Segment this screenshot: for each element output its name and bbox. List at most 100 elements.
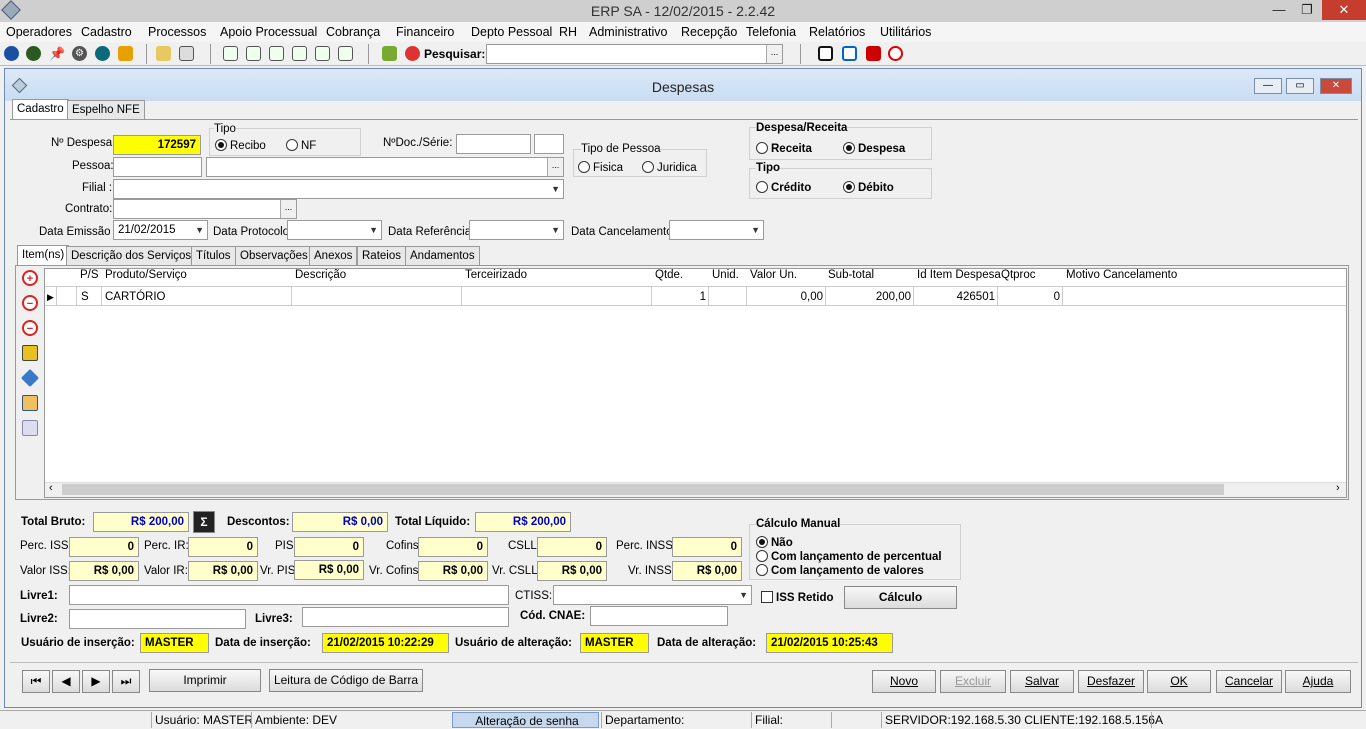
ajuda-button[interactable]: Ajuda: [1285, 670, 1351, 693]
vr-pis-field[interactable]: R$ 0,00: [294, 560, 364, 580]
col-id-item-despesa[interactable]: Id Item Despesa: [917, 269, 1001, 281]
vr-csll-field[interactable]: R$ 0,00: [537, 561, 607, 581]
menu-relatorios[interactable]: Relatórios: [809, 25, 865, 39]
livre3-field[interactable]: [302, 607, 509, 627]
fisica-radio[interactable]: Fisica: [578, 161, 623, 174]
menu-processos[interactable]: Processos: [148, 25, 206, 39]
menu-cobranca[interactable]: Cobrança: [326, 25, 380, 39]
first-record-icon[interactable]: ⏮: [22, 670, 50, 693]
previous-record-icon[interactable]: ◀: [52, 670, 80, 693]
col-sub-total[interactable]: Sub-total: [828, 269, 874, 281]
subtab-anexos[interactable]: Anexos: [309, 246, 358, 266]
scroll-left-icon[interactable]: ‹: [49, 482, 53, 494]
descontos-field[interactable]: R$ 0,00: [292, 512, 388, 532]
col-qtproc[interactable]: Qtproc: [1001, 269, 1036, 281]
imprimir-button[interactable]: Imprimir: [149, 669, 261, 692]
tab-espelho-nfe[interactable]: Espelho NFE: [67, 100, 145, 120]
next-record-icon[interactable]: ▶: [82, 670, 110, 693]
data-emissao-field[interactable]: 21/02/2015 ▼: [113, 220, 208, 240]
calculo-nao-radio[interactable]: Não: [756, 536, 793, 549]
cancel-item-icon[interactable]: −: [22, 320, 38, 336]
menu-telefonia[interactable]: Telefonia: [746, 25, 796, 39]
despesa-radio[interactable]: Despesa: [843, 142, 905, 155]
excluir-button[interactable]: Excluir: [940, 670, 1006, 693]
alteracao-senha-button[interactable]: Alteração de senha: [452, 712, 599, 728]
iss-retido-checkbox[interactable]: ISS Retido: [761, 591, 834, 604]
add-item-icon[interactable]: +: [22, 270, 38, 286]
cod-cnae-field[interactable]: [590, 606, 728, 626]
leitura-codigo-barra-button[interactable]: Leitura de Código de Barra: [269, 669, 423, 692]
vr-inss-field[interactable]: R$ 0,00: [672, 561, 742, 581]
pin-icon[interactable]: 📌: [49, 46, 65, 61]
valor-iss-field[interactable]: R$ 0,00: [69, 561, 139, 581]
document-icon[interactable]: [179, 46, 194, 61]
pessoa-code-field[interactable]: [113, 157, 202, 177]
window-close-icon[interactable]: ✕: [1320, 78, 1352, 94]
stop-square-icon[interactable]: [818, 46, 833, 61]
subtab-rateios[interactable]: Rateios: [357, 246, 406, 266]
calculo-button[interactable]: Cálculo: [844, 586, 957, 609]
home-icon[interactable]: [118, 46, 133, 61]
juridica-radio[interactable]: Juridica: [642, 161, 697, 174]
receita-radio[interactable]: Receita: [756, 142, 812, 155]
subtab-titulos[interactable]: Títulos: [191, 246, 236, 266]
menu-utilitarios[interactable]: Utilitários: [880, 25, 931, 39]
livre2-field[interactable]: [69, 609, 246, 629]
subtab-descricao-servicos[interactable]: Descrição dos Serviços: [66, 246, 197, 266]
window-minimize-icon[interactable]: —: [1254, 78, 1282, 94]
globe-icon[interactable]: [4, 46, 19, 61]
tab-cadastro[interactable]: Cadastro: [12, 99, 69, 119]
clock-icon[interactable]: [405, 46, 420, 61]
tipo-nf-radio[interactable]: NF: [286, 139, 316, 152]
ndoc-field[interactable]: [456, 134, 531, 154]
close-icon[interactable]: ✕: [1322, 0, 1366, 20]
menu-cadastro[interactable]: Cadastro: [81, 25, 132, 39]
import-icon[interactable]: [22, 395, 38, 411]
gear-icon[interactable]: ⚙: [72, 46, 87, 61]
ok-button[interactable]: OK: [1147, 670, 1211, 693]
minimize-icon[interactable]: —: [1264, 0, 1294, 20]
menu-operadores[interactable]: Operadores: [6, 25, 72, 39]
last-record-icon[interactable]: ⏭: [112, 670, 140, 693]
pessoa-name-field[interactable]: ...: [206, 157, 564, 177]
search-input[interactable]: ...: [486, 44, 783, 64]
book-icon[interactable]: [223, 46, 238, 61]
summation-icon[interactable]: Σ: [193, 511, 215, 533]
col-terceirizado[interactable]: Terceirizado: [465, 269, 527, 281]
settings-icon[interactable]: [95, 46, 110, 61]
col-produto-servico[interactable]: Produto/Serviço: [105, 269, 187, 281]
subtab-itens[interactable]: Item(ns): [17, 245, 70, 265]
phone-icon[interactable]: [866, 46, 881, 61]
tipo-recibo-radio[interactable]: Recibo: [215, 139, 266, 152]
subtab-observacoes[interactable]: Observações: [235, 246, 313, 266]
cancelar-button[interactable]: Cancelar: [1216, 670, 1282, 693]
desfazer-button[interactable]: Desfazer: [1078, 670, 1144, 693]
csll-field[interactable]: 0: [537, 537, 607, 557]
salvar-button[interactable]: Salvar: [1010, 670, 1074, 693]
data-cancelamento-field[interactable]: ▼: [669, 220, 764, 240]
scrollbar-thumb[interactable]: [62, 484, 1224, 495]
forbidden-icon[interactable]: [888, 46, 903, 61]
livre1-field[interactable]: [69, 585, 509, 605]
perc-ir-field[interactable]: 0: [188, 537, 258, 557]
menu-administrativo[interactable]: Administrativo: [589, 25, 668, 39]
valor-ir-field[interactable]: R$ 0,00: [188, 561, 258, 581]
calculo-valores-radio[interactable]: Com lançamento de valores: [756, 564, 924, 577]
col-qtde[interactable]: Qtde.: [655, 269, 683, 281]
ellipsis-icon[interactable]: ...: [766, 45, 782, 63]
folder-icon[interactable]: [156, 46, 171, 61]
book-icon[interactable]: [315, 46, 330, 61]
remove-item-icon[interactable]: −: [22, 295, 38, 311]
col-unid[interactable]: Unid.: [712, 269, 739, 281]
vr-cofins-field[interactable]: R$ 0,00: [418, 561, 488, 581]
menu-depto-pessoal[interactable]: Depto Pessoal: [471, 25, 552, 39]
contrato-field[interactable]: ...: [113, 199, 297, 219]
menu-rh[interactable]: RH: [559, 25, 577, 39]
pause-icon[interactable]: [842, 46, 857, 61]
pis-field[interactable]: 0: [294, 537, 364, 557]
menu-financeiro[interactable]: Financeiro: [396, 25, 454, 39]
col-valor-un[interactable]: Valor Un.: [750, 269, 797, 281]
cofins-field[interactable]: 0: [418, 537, 488, 557]
book-icon[interactable]: [338, 46, 353, 61]
calculo-percentual-radio[interactable]: Com lançamento de percentual: [756, 550, 942, 563]
